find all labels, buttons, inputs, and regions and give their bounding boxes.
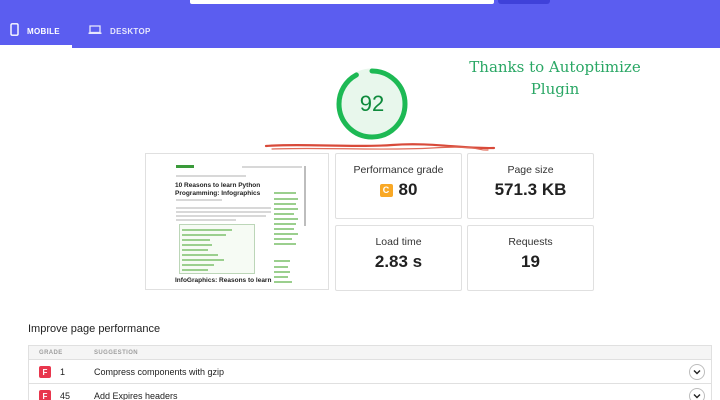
laptop-icon: [88, 23, 102, 35]
performance-grade-value-row: C 80: [336, 180, 461, 200]
preview-toc-line: [182, 239, 210, 241]
suggestions-table-header: GRADE SUGGESTION: [29, 346, 711, 360]
tab-desktop-label: DESKTOP: [110, 27, 151, 36]
load-time-card: Load time 2.83 s: [335, 225, 462, 291]
grade-f-badge: F: [39, 366, 51, 378]
preview-nav: [242, 166, 302, 168]
preview-post-title-2: InfoGraphics: Reasons to learn: [175, 277, 272, 284]
suggestion-text: Compress components with gzip: [94, 367, 225, 377]
preview-sidebar-heading: [274, 192, 296, 194]
suggestion-count: 1: [60, 367, 66, 377]
preview-breadcrumb: [176, 175, 246, 177]
preview-text-line: [176, 207, 271, 209]
requests-label: Requests: [508, 236, 553, 248]
preview-sidebar-link: [274, 228, 294, 230]
grade-badge: C: [379, 183, 393, 197]
page-screenshot-preview: 10 Reasons to learn Python Programming: …: [145, 153, 329, 290]
preview-sidebar-link: [274, 198, 298, 200]
annotation-text: Thanks to Autoptimize Plugin: [444, 56, 666, 100]
analyze-button[interactable]: [498, 0, 550, 4]
preview-toc-line: [182, 249, 208, 251]
top-header: MOBILE DESKTOP: [0, 0, 720, 48]
preview-sidebar-link: [274, 203, 296, 205]
tab-mobile-label: MOBILE: [27, 27, 60, 36]
table-row[interactable]: F 1 Compress components with gzip: [29, 360, 711, 384]
preview-meta: [176, 199, 222, 201]
active-tab-indicator: [0, 45, 72, 48]
performance-grade-card: Performance grade C 80: [335, 153, 462, 219]
suggestions-table: GRADE SUGGESTION F 1 Compress components…: [28, 345, 712, 400]
preview-post-title: 10 Reasons to learn Python Programming: …: [175, 182, 261, 197]
url-input[interactable]: [190, 0, 494, 4]
preview-text-line: [176, 219, 236, 221]
preview-sidebar-link: [274, 266, 288, 268]
preview-sidebar-link: [274, 223, 296, 225]
preview-sidebar-link: [274, 238, 292, 240]
suggestion-count: 45: [60, 391, 71, 400]
preview-text-line: [176, 215, 266, 217]
preview-sidebar-link: [274, 276, 288, 278]
preview-scrollbar: [304, 166, 306, 226]
page-size-card: Page size 571.3 KB: [467, 153, 594, 219]
tab-desktop[interactable]: DESKTOP: [88, 23, 151, 48]
annotation-line-1: Thanks to Autoptimize: [469, 58, 641, 76]
preview-sidebar-link: [274, 281, 292, 283]
chevron-down-icon[interactable]: [689, 364, 705, 380]
improve-section-title: Improve page performance: [28, 323, 161, 335]
grade-f-badge: F: [39, 390, 51, 400]
preview-sidebar-heading: [274, 260, 290, 262]
chevron-down-icon[interactable]: [689, 388, 705, 400]
preview-sidebar-link: [274, 243, 296, 245]
preview-toc-line: [182, 254, 218, 256]
table-row[interactable]: F 45 Add Expires headers: [29, 384, 711, 400]
preview-sidebar-link: [274, 271, 290, 273]
preview-sidebar-link: [274, 208, 298, 210]
column-header-suggestion: SUGGESTION: [94, 350, 139, 356]
annotation-line-2: Plugin: [530, 80, 580, 98]
preview-sidebar-link: [274, 218, 298, 220]
preview-text-line: [176, 211, 271, 213]
suggestion-text: Add Expires headers: [94, 391, 178, 400]
preview-toc-line: [182, 234, 226, 236]
preview-toc-line: [182, 264, 214, 266]
preview-sidebar-link: [274, 233, 298, 235]
preview-toc-line: [182, 269, 208, 271]
preview-toc-line: [182, 229, 232, 231]
requests-card: Requests 19: [467, 225, 594, 291]
preview-logo: [176, 165, 194, 168]
requests-value: 19: [521, 252, 540, 271]
load-time-label: Load time: [375, 236, 422, 248]
phone-icon: [10, 23, 19, 36]
performance-grade-value: 80: [398, 180, 418, 199]
performance-grade-label: Performance grade: [353, 164, 444, 176]
preview-sidebar-link: [274, 213, 294, 215]
page-size-label: Page size: [507, 164, 554, 176]
load-time-value: 2.83 s: [374, 252, 423, 271]
page-size-value: 571.3 KB: [494, 180, 567, 199]
column-header-grade: GRADE: [39, 350, 63, 356]
score-value: 92: [359, 91, 385, 116]
preview-toc-line: [182, 244, 212, 246]
preview-toc-line: [182, 259, 224, 261]
